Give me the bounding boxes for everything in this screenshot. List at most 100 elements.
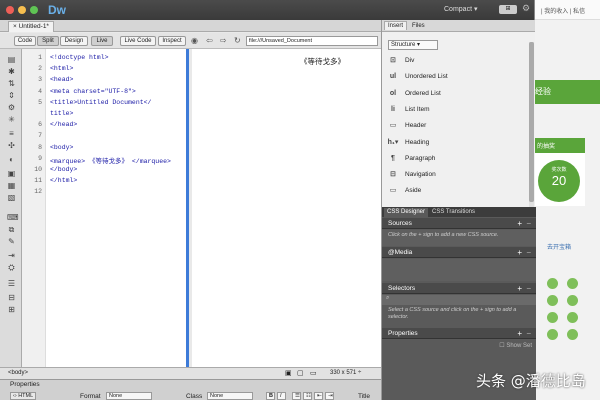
- code-line[interactable]: <head>: [50, 76, 73, 83]
- ordered-list-button[interactable]: ☷: [303, 392, 312, 400]
- syntax-error-icon[interactable]: ◐: [7, 155, 16, 164]
- tab-css-transitions[interactable]: CSS Transitions: [429, 208, 478, 217]
- desktop-size-icon[interactable]: ▭: [310, 368, 317, 379]
- recent-snippets-icon[interactable]: ⌨: [7, 213, 19, 222]
- insert-item[interactable]: li List Item: [386, 104, 526, 116]
- sources-section[interactable]: Sources + −: [382, 218, 536, 229]
- apply-comment-icon[interactable]: ▣: [7, 169, 16, 178]
- minimize-window-button[interactable]: [18, 6, 26, 14]
- collapse-selection-icon[interactable]: ⇅: [7, 79, 16, 88]
- open-chest-link[interactable]: 去开宝箱: [547, 242, 571, 251]
- back-icon[interactable]: ⇦: [206, 36, 213, 45]
- workspace-switcher[interactable]: Compact ▾: [444, 5, 477, 13]
- live-code-button[interactable]: Live Code: [120, 36, 156, 46]
- mobile-size-icon[interactable]: ▣: [285, 368, 292, 379]
- indent-button[interactable]: ⇥: [325, 392, 334, 400]
- html-mode-button[interactable]: ‹› HTML: [10, 392, 36, 400]
- collapse-tag-icon[interactable]: ✱: [7, 67, 16, 76]
- show-set-checkbox[interactable]: ☐ Show Set: [499, 342, 532, 349]
- add-media-icon[interactable]: +: [517, 247, 522, 258]
- add-source-icon[interactable]: +: [517, 218, 522, 229]
- insert-item[interactable]: ol Ordered List: [386, 88, 526, 100]
- code-line[interactable]: <!doctype html>: [50, 54, 109, 61]
- tablet-size-icon[interactable]: ▢: [297, 368, 304, 379]
- design-view-button[interactable]: Design: [60, 36, 88, 46]
- code-line[interactable]: <meta charset="UTF-8">: [50, 88, 136, 95]
- reference-icon[interactable]: ⊞: [7, 305, 16, 314]
- tab-insert[interactable]: Insert: [384, 21, 408, 30]
- insert-item[interactable]: ▭ Header: [386, 120, 526, 132]
- gear-icon[interactable]: ⚙: [522, 3, 530, 14]
- code-line[interactable]: <title>Untitled Document</: [50, 99, 151, 106]
- format-select[interactable]: None: [106, 392, 152, 400]
- zoom-window-button[interactable]: [30, 6, 38, 14]
- sync-settings-button[interactable]: ⊞: [499, 5, 517, 14]
- close-window-button[interactable]: [6, 6, 14, 14]
- select-parent-tag-icon[interactable]: ⚙: [7, 103, 16, 112]
- tag-selector[interactable]: <body>: [8, 368, 28, 379]
- insert-item[interactable]: ul Unordered List: [386, 71, 526, 83]
- preview-globe-icon[interactable]: ◉: [191, 36, 198, 45]
- move-css-icon[interactable]: ⧉: [7, 225, 16, 234]
- tag-list-icon[interactable]: ☰: [7, 279, 16, 288]
- outdent-icon[interactable]: ⇥: [7, 251, 16, 260]
- remove-selector-icon[interactable]: −: [526, 283, 531, 294]
- code-line[interactable]: <body>: [50, 144, 73, 151]
- split-view-button[interactable]: Split: [37, 36, 59, 46]
- format-source-icon[interactable]: ⛭: [7, 263, 16, 272]
- italic-button[interactable]: I: [277, 392, 286, 400]
- grid-dot: [567, 312, 578, 323]
- code-line[interactable]: <marquee> 《等待戈多》 </marquee>: [50, 155, 171, 165]
- forward-icon[interactable]: ⇨: [220, 36, 227, 45]
- live-view-button[interactable]: Live: [91, 36, 113, 46]
- code-line[interactable]: <html>: [50, 65, 73, 72]
- selector-filter-input[interactable]: ⌕: [382, 295, 536, 305]
- add-property-icon[interactable]: +: [517, 328, 522, 339]
- code-line[interactable]: </head>: [50, 121, 77, 128]
- address-field[interactable]: file:///Unsaved_Document: [246, 36, 378, 46]
- line-numbers-icon[interactable]: ≡: [7, 129, 16, 138]
- remove-media-icon[interactable]: −: [526, 247, 531, 258]
- code-line[interactable]: </html>: [50, 177, 77, 184]
- tab-css-designer[interactable]: CSS Designer: [384, 208, 429, 217]
- insert-scrollbar[interactable]: [529, 42, 534, 222]
- unordered-list-button[interactable]: ☰: [292, 392, 301, 400]
- balance-braces-icon[interactable]: ✳: [7, 115, 16, 124]
- code-view-button[interactable]: Code: [14, 36, 36, 46]
- inspect-button[interactable]: Inspect: [158, 36, 186, 46]
- remove-source-icon[interactable]: −: [526, 218, 531, 229]
- class-select[interactable]: None: [207, 392, 253, 400]
- remove-property-icon[interactable]: −: [526, 328, 531, 339]
- refresh-icon[interactable]: ↻: [234, 36, 241, 45]
- add-selector-icon[interactable]: +: [517, 283, 522, 294]
- bold-button[interactable]: B: [266, 392, 275, 400]
- insert-item-label: Div: [405, 57, 415, 64]
- insert-item[interactable]: ⊡ Div: [386, 55, 526, 67]
- insert-item[interactable]: ▭ Aside: [386, 185, 526, 197]
- class-label: Class: [186, 393, 203, 400]
- insert-category-dropdown[interactable]: Structure ▾: [388, 40, 438, 50]
- align-list-icon[interactable]: ⊟: [7, 293, 16, 302]
- expand-all-icon[interactable]: ⇕: [7, 91, 16, 100]
- window-size-readout[interactable]: 330 x 571 ÷: [330, 368, 361, 379]
- document-tab[interactable]: × Untitled-1*: [8, 21, 54, 32]
- selectors-section[interactable]: Selectors + −: [382, 283, 536, 294]
- indent-icon[interactable]: ✎: [7, 237, 16, 246]
- code-line[interactable]: title>: [50, 110, 73, 117]
- open-documents-icon[interactable]: ▤: [7, 55, 16, 64]
- tab-files[interactable]: Files: [409, 22, 428, 30]
- watermark: 头条 @潘德比岛: [476, 372, 586, 390]
- wrap-tag-icon[interactable]: ▧: [7, 193, 16, 202]
- design-view-pane[interactable]: 《等待戈多》: [192, 49, 381, 367]
- remove-comment-icon[interactable]: ▦: [7, 181, 16, 190]
- code-view-pane[interactable]: 1 2 3 4 5 6 7 8 9 10 11 12 <!doctype html> <html> <he…: [22, 49, 203, 367]
- properties-section[interactable]: Properties + −: [382, 328, 536, 339]
- media-section[interactable]: @Media + −: [382, 247, 536, 258]
- code-line[interactable]: </body>: [50, 166, 77, 173]
- highlight-invalid-icon[interactable]: ✣: [7, 141, 16, 150]
- insert-item[interactable]: ¶ Paragraph: [386, 153, 526, 165]
- insert-item[interactable]: ⊟ Navigation: [386, 169, 526, 181]
- scrollbar-thumb[interactable]: [529, 42, 534, 202]
- insert-item[interactable]: h₁▾ Heading: [386, 137, 526, 149]
- outdent-button[interactable]: ⇤: [314, 392, 323, 400]
